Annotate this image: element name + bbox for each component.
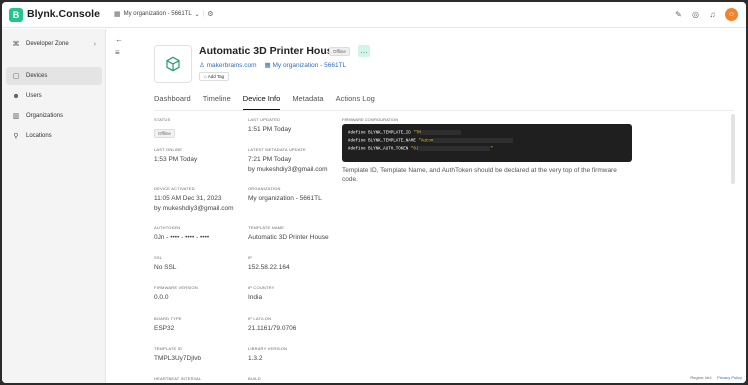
sidebar-item-label: Developer Zone (26, 41, 69, 47)
building-icon: ▥ (12, 113, 20, 120)
tabs-divider (154, 110, 734, 111)
devices-icon: ▢ (12, 73, 20, 80)
terminal-icon: ⌘ (12, 41, 20, 48)
tag-icon: ⌂ (204, 74, 207, 79)
status-badge: Offline (329, 47, 350, 56)
org-link[interactable]: ▦ My organization - 5661TL (265, 61, 347, 69)
device-owner-row: ♙ makerbrains.com ▦ My organization - 56… (199, 61, 346, 69)
sidebar-item-users[interactable]: ☻ Users (6, 87, 102, 105)
menu-icon[interactable]: ≡ (115, 48, 120, 57)
sidebar: ⌘ Developer Zone › ▢ Devices ☻ Users ▥ O… (2, 29, 106, 383)
pin-icon: ⚲ (13, 133, 19, 140)
user-icon: ♙ (199, 62, 205, 69)
privacy-policy-link[interactable]: Privacy Policy (717, 375, 742, 380)
device-image (154, 45, 192, 83)
sidebar-item-label: Users (26, 93, 42, 99)
template-name-field: TEMPLATE NAME Automatic 3D Printer House (248, 225, 329, 241)
app-window: B Blynk.Console ▦ My organization - 5661… (2, 2, 746, 383)
sidebar-item-organizations[interactable]: ▥ Organizations (6, 107, 102, 125)
building-icon: ▦ (264, 62, 271, 69)
tab-device-info[interactable]: Device Info (242, 94, 281, 110)
sidebar-item-devices[interactable]: ▢ Devices (6, 67, 102, 85)
blynk-logo[interactable]: B (9, 8, 23, 22)
organization-field: ORGANIZATION My organization - 5661TL (248, 186, 322, 202)
tab-timeline[interactable]: Timeline (203, 94, 231, 110)
status-chip: Offline (154, 129, 175, 138)
back-arrow-icon[interactable]: ← (115, 35, 123, 44)
firmware-code-block[interactable]: #define BLYNK_TEMPLATE_ID "TM #define BL… (342, 124, 632, 162)
tab-actions-log[interactable]: Actions Log (336, 94, 375, 110)
library-version-field: LIBRARY VERSION 1.3.2 (248, 346, 288, 362)
sidebar-item-developer-zone[interactable]: ⌘ Developer Zone › (6, 35, 102, 53)
add-tag-button[interactable]: ⌂ Add Tag (199, 72, 230, 81)
device-tabs: Dashboard Timeline Device Info Metadata … (154, 94, 375, 110)
cube-icon (166, 56, 180, 72)
notification-bell-icon[interactable]: ♫ (708, 10, 717, 19)
footer: Region: blr1 Privacy Policy (690, 375, 742, 380)
user-avatar[interactable]: ☺ (725, 8, 738, 21)
sidebar-item-label: Locations (26, 133, 52, 139)
users-icon: ☻ (12, 92, 20, 100)
brand-name: Blynk.Console (27, 8, 100, 20)
top-bar: B Blynk.Console ▦ My organization - 5661… (2, 2, 746, 28)
sidebar-item-label: Organizations (26, 113, 64, 119)
settings-gear-icon[interactable]: ⚙ (207, 10, 213, 18)
org-switcher-label: My organization - 5661TL (123, 11, 192, 17)
ip-country-field: IP COUNTRY India (248, 285, 275, 301)
device-title: Automatic 3D Printer House (199, 45, 339, 57)
chevron-down-icon: ⌄ (194, 11, 200, 18)
help-icon[interactable]: ◎ (691, 10, 700, 19)
ip-latlon-field: IP LAT/LON 21.1161/79.0706 (248, 316, 297, 332)
scrollbar[interactable] (731, 114, 735, 184)
tab-metadata[interactable]: Metadata (292, 94, 323, 110)
tab-dashboard[interactable]: Dashboard (154, 94, 191, 110)
org-switcher[interactable]: ▦ My organization - 5661TL ⌄ | ⚙ (114, 10, 214, 18)
build-field: BUILD (248, 376, 261, 381)
secondary-rail: ← ≡ (107, 29, 132, 383)
announcement-icon[interactable]: ✎ (674, 10, 683, 19)
owner-link[interactable]: ♙ makerbrains.com (199, 61, 257, 69)
device-detail: Automatic 3D Printer House Offline … ♙ m… (132, 29, 746, 383)
region-label: Region: blr1 (690, 375, 712, 380)
divider: | (202, 11, 205, 17)
more-options-button[interactable]: … (358, 45, 370, 57)
top-actions: ✎ ◎ ♫ ☺ (674, 8, 738, 21)
firmware-note: Template ID, Template Name, and AuthToke… (342, 167, 617, 183)
sidebar-item-label: Devices (26, 73, 48, 79)
sidebar-item-locations[interactable]: ⚲ Locations (6, 127, 102, 145)
ip-field: IP 152.58.22.164 (248, 255, 290, 271)
building-icon: ▦ (114, 11, 121, 18)
firmware-config-label: FIRMWARE CONFIGURATION (342, 117, 398, 122)
chevron-right-icon: › (93, 40, 96, 48)
